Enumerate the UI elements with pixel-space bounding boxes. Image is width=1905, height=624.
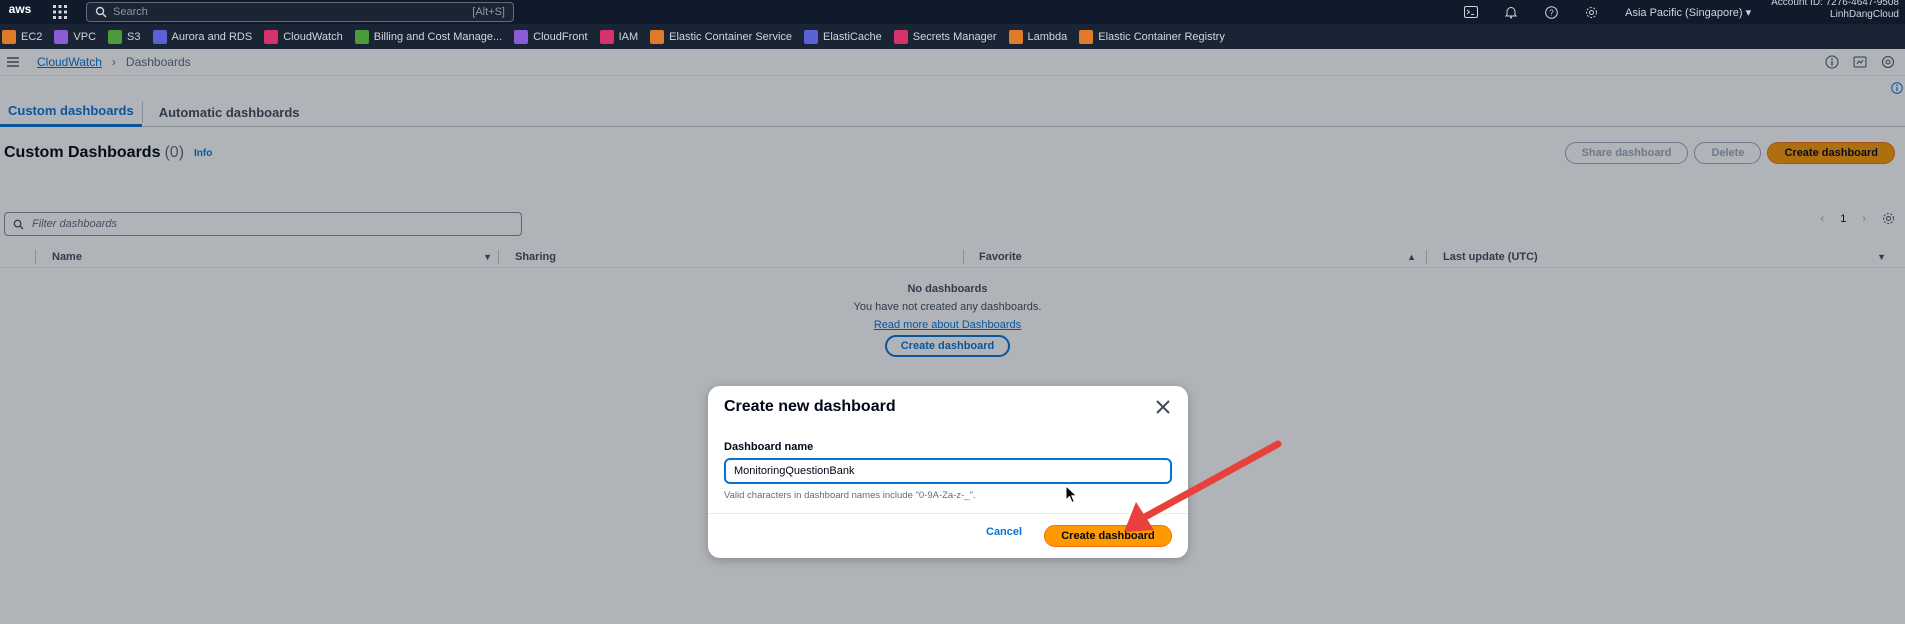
create-dashboard-modal: Create new dashboard Dashboard name Vali… bbox=[708, 386, 1188, 558]
favorite-cloudwatch[interactable]: CloudWatch bbox=[264, 29, 343, 44]
favorite-label: IAM bbox=[618, 30, 639, 43]
aws-logo[interactable]: aws bbox=[0, 0, 40, 24]
close-icon[interactable] bbox=[1154, 398, 1172, 416]
aws-logo-text: aws bbox=[8, 2, 32, 16]
constraint-text: Valid characters in dashboard names incl… bbox=[724, 490, 976, 501]
dashboard-name-label: Dashboard name bbox=[724, 441, 814, 453]
region-label: Asia Pacific (Singapore) bbox=[1625, 6, 1743, 19]
favorite-ecs[interactable]: Elastic Container Service bbox=[650, 29, 793, 44]
favorite-label: Billing and Cost Manage... bbox=[373, 30, 503, 43]
cloudfront-icon bbox=[514, 29, 529, 44]
favorite-ec2[interactable]: EC2 bbox=[2, 29, 43, 44]
favorite-label: Elastic Container Service bbox=[669, 30, 793, 43]
favorite-cloudfront[interactable]: CloudFront bbox=[514, 29, 588, 44]
top-navigation: aws Search [Alt+S] ? Asia Pacific (Singa… bbox=[0, 0, 1905, 24]
top-right-controls: ? Asia Pacific (Singapore) ▾ Account ID:… bbox=[1451, 0, 1905, 24]
account-menu[interactable]: Account ID: 7276-4647-9508 LinhDangCloud bbox=[1771, 0, 1905, 21]
favorite-s3[interactable]: S3 bbox=[108, 29, 141, 44]
modal-footer-divider bbox=[708, 513, 1188, 514]
favorite-label: ElastiCache bbox=[823, 30, 882, 43]
favorite-label: Secrets Manager bbox=[912, 30, 997, 43]
favorite-label: VPC bbox=[73, 30, 97, 43]
secrets-manager-icon bbox=[893, 29, 908, 44]
favorite-label: Lambda bbox=[1027, 30, 1068, 43]
favorite-label: CloudFront bbox=[533, 30, 588, 43]
cloudwatch-icon bbox=[264, 29, 279, 44]
favorite-billing[interactable]: Billing and Cost Manage... bbox=[354, 29, 503, 44]
modal-title: Create new dashboard bbox=[724, 398, 896, 415]
settings-gear-icon[interactable] bbox=[1571, 0, 1611, 24]
region-selector[interactable]: Asia Pacific (Singapore) ▾ bbox=[1625, 6, 1751, 19]
favorite-label: Aurora and RDS bbox=[171, 30, 253, 43]
dashboard-name-input[interactable] bbox=[724, 458, 1172, 484]
ecr-icon bbox=[1079, 29, 1094, 44]
global-search-input[interactable]: Search [Alt+S] bbox=[86, 2, 514, 22]
svg-text:?: ? bbox=[1549, 8, 1554, 17]
favorite-vpc[interactable]: VPC bbox=[54, 29, 97, 44]
s3-icon bbox=[108, 29, 123, 44]
search-icon bbox=[95, 6, 107, 18]
favorite-ecr[interactable]: Elastic Container Registry bbox=[1079, 29, 1225, 44]
favorite-aurora-rds[interactable]: Aurora and RDS bbox=[152, 29, 253, 44]
favorite-label: S3 bbox=[127, 30, 141, 43]
billing-icon bbox=[354, 29, 369, 44]
favorite-label: Elastic Container Registry bbox=[1098, 30, 1225, 43]
iam-icon bbox=[599, 29, 614, 44]
account-name: LinhDangCloud bbox=[1830, 9, 1899, 20]
lambda-icon bbox=[1008, 29, 1023, 44]
rds-icon bbox=[152, 29, 167, 44]
favorite-label: CloudWatch bbox=[283, 30, 343, 43]
favorite-label: EC2 bbox=[21, 30, 43, 43]
ec2-icon bbox=[2, 29, 16, 44]
elasticache-icon bbox=[804, 29, 819, 44]
cancel-button[interactable]: Cancel bbox=[986, 526, 1022, 538]
vpc-icon bbox=[54, 29, 69, 44]
search-shortcut-hint: [Alt+S] bbox=[472, 6, 505, 18]
account-id: Account ID: 7276-4647-9508 bbox=[1771, 0, 1899, 8]
ecs-icon bbox=[650, 29, 665, 44]
cloudshell-icon[interactable] bbox=[1451, 0, 1491, 24]
favorite-lambda[interactable]: Lambda bbox=[1008, 29, 1068, 44]
mouse-cursor-icon bbox=[1065, 485, 1078, 504]
favorite-elasticache[interactable]: ElastiCache bbox=[804, 29, 882, 44]
help-icon[interactable]: ? bbox=[1531, 0, 1571, 24]
favorite-secrets-manager[interactable]: Secrets Manager bbox=[893, 29, 997, 44]
chevron-down-icon: ▾ bbox=[1745, 6, 1752, 19]
favorite-iam[interactable]: IAM bbox=[599, 29, 639, 44]
notifications-bell-icon[interactable] bbox=[1491, 0, 1531, 24]
modal-create-dashboard-button[interactable]: Create dashboard bbox=[1044, 525, 1172, 547]
search-placeholder: Search bbox=[113, 6, 148, 18]
favorites-bar: EC2 VPC S3 Aurora and RDS CloudWatch Bil… bbox=[0, 24, 1905, 49]
services-grid-icon[interactable] bbox=[48, 0, 72, 24]
